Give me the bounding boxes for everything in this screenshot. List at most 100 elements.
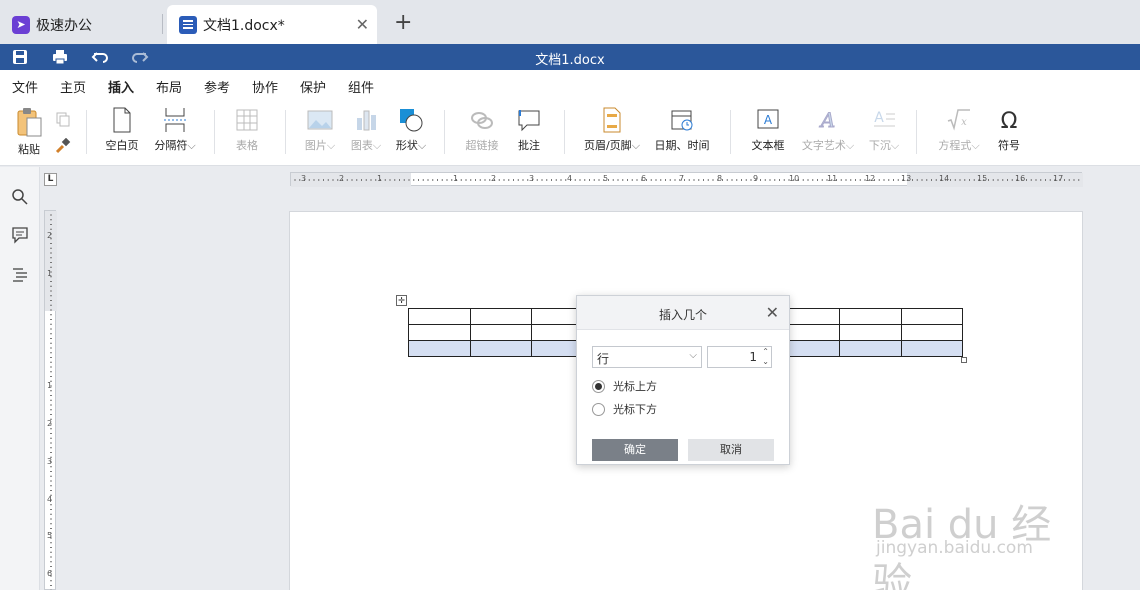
tab-document[interactable]: 文档1.docx* ✕ bbox=[167, 5, 377, 44]
dialog-header: 插入几个 ✕ bbox=[577, 296, 789, 330]
chart-button[interactable]: 图表⌵ bbox=[346, 106, 386, 153]
horizontal-ruler[interactable]: 3 2 1 1 2 3 4 5 6 7 8 9 10 11 12 13 14 1… bbox=[290, 172, 1083, 187]
ruler-number: 5 bbox=[47, 531, 53, 540]
text-box-icon: A bbox=[757, 109, 779, 129]
hyperlink-label: 超链接 bbox=[465, 139, 499, 152]
insert-type-value: 行 bbox=[597, 352, 610, 366]
search-icon[interactable] bbox=[11, 188, 29, 206]
menu-bar: 文件 主页 插入 布局 参考 协作 保护 组件 bbox=[0, 70, 1140, 102]
text-art-button[interactable]: A 文字艺术⌵ bbox=[798, 106, 858, 153]
menu-protect[interactable]: 保护 bbox=[300, 77, 326, 96]
ok-button[interactable]: 确定 bbox=[592, 439, 678, 461]
shape-button[interactable]: 形状⌵ bbox=[392, 106, 430, 153]
blank-page-label: 空白页 bbox=[105, 139, 139, 152]
menu-insert[interactable]: 插入 bbox=[108, 77, 135, 102]
svg-text:A: A bbox=[819, 108, 835, 132]
comment-icon bbox=[518, 110, 540, 132]
picture-label: 图片 bbox=[304, 139, 327, 152]
drop-cap-icon: A bbox=[874, 110, 895, 127]
symbol-label: 符号 bbox=[998, 139, 1020, 152]
radio-button[interactable] bbox=[592, 379, 605, 393]
picture-button[interactable]: 图片⌵ bbox=[300, 106, 340, 153]
equation-label: 方程式 bbox=[938, 139, 972, 152]
table-button[interactable]: 表格 bbox=[230, 106, 264, 153]
radio-button[interactable] bbox=[592, 402, 605, 416]
close-icon[interactable]: ✕ bbox=[766, 303, 779, 322]
ruler-number: 11 bbox=[827, 174, 838, 183]
omega-icon: Ω bbox=[1001, 109, 1018, 134]
window-title: 文档1.docx bbox=[535, 53, 605, 68]
comment-button[interactable]: 批注 bbox=[514, 106, 544, 153]
comments-icon[interactable] bbox=[11, 226, 29, 244]
blank-page-icon bbox=[113, 107, 131, 133]
text-art-label: 文字艺术 bbox=[801, 139, 846, 152]
ribbon-divider bbox=[730, 110, 731, 154]
option-above[interactable]: 光标上方 bbox=[592, 378, 657, 394]
date-time-label: 日期、时间 bbox=[654, 139, 710, 152]
table-move-handle[interactable]: ✛ bbox=[396, 295, 407, 306]
menu-collaborate[interactable]: 协作 bbox=[252, 77, 278, 96]
new-tab-button[interactable]: + bbox=[394, 10, 412, 35]
equation-icon: x bbox=[947, 109, 970, 131]
tab-divider bbox=[162, 14, 163, 34]
ruler-ticks bbox=[291, 173, 1083, 187]
date-time-button[interactable]: 日期、时间 bbox=[652, 106, 712, 153]
tab-stop-selector[interactable]: L bbox=[44, 173, 57, 186]
menu-plugins[interactable]: 组件 bbox=[348, 77, 374, 96]
ruler-number: 4 bbox=[567, 174, 573, 183]
ribbon-divider bbox=[285, 110, 286, 154]
format-painter-icon[interactable] bbox=[55, 138, 71, 154]
ruler-number: 3 bbox=[301, 174, 307, 183]
menu-home[interactable]: 主页 bbox=[60, 77, 86, 96]
tab-app-home[interactable]: ➤ 极速办公 bbox=[0, 5, 160, 44]
rocket-icon: ➤ bbox=[12, 15, 30, 34]
page-break-icon bbox=[164, 108, 186, 132]
blank-page-button[interactable]: 空白页 bbox=[100, 106, 144, 153]
chevron-up-icon[interactable]: ⌃ bbox=[762, 347, 769, 357]
hyperlink-button[interactable]: 超链接 bbox=[462, 106, 502, 153]
separator-button[interactable]: 分隔符⌵ bbox=[150, 106, 200, 153]
menu-layout[interactable]: 布局 bbox=[156, 77, 182, 96]
text-box-button[interactable]: A 文本框 bbox=[748, 106, 788, 153]
symbol-button[interactable]: Ω 符号 bbox=[994, 106, 1024, 153]
close-tab-icon[interactable]: ✕ bbox=[356, 15, 369, 34]
copy-icon[interactable] bbox=[55, 111, 71, 127]
ruler-number: 1 bbox=[47, 269, 53, 278]
ruler-number: 7 bbox=[679, 174, 685, 183]
watermark-url: jingyan.baidu.com bbox=[876, 538, 1033, 558]
left-sidebar bbox=[0, 167, 40, 590]
ruler-number: 4 bbox=[47, 495, 53, 504]
ribbon-divider bbox=[444, 110, 445, 154]
menu-references[interactable]: 参考 bbox=[204, 77, 230, 96]
menu-file[interactable]: 文件 bbox=[12, 77, 38, 96]
chart-label: 图表 bbox=[350, 139, 373, 152]
vertical-ruler[interactable]: 2 1 1 2 3 4 5 6 bbox=[44, 210, 57, 590]
table-label: 表格 bbox=[236, 139, 258, 152]
chart-icon bbox=[357, 110, 376, 131]
drop-cap-label: 下沉 bbox=[868, 139, 891, 152]
title-bar: 文档1.docx bbox=[0, 44, 1140, 70]
navigation-icon[interactable] bbox=[11, 265, 29, 283]
shape-icon bbox=[400, 109, 423, 132]
header-footer-button[interactable]: 页眉/页脚⌵ bbox=[582, 106, 642, 153]
ruler-number: 1 bbox=[47, 381, 53, 390]
paste-button[interactable]: 粘贴 bbox=[12, 106, 46, 157]
equation-button[interactable]: x 方程式⌵ bbox=[934, 106, 984, 153]
header-footer-label: 页眉/页脚 bbox=[583, 139, 632, 152]
tab-label: 文档1.docx* bbox=[203, 17, 285, 34]
cancel-button[interactable]: 取消 bbox=[688, 439, 774, 461]
ruler-number: 10 bbox=[789, 174, 800, 183]
spinner-buttons[interactable]: ⌃ ⌄ bbox=[762, 347, 769, 367]
option-below[interactable]: 光标下方 bbox=[592, 401, 657, 417]
insert-count-value: 1 bbox=[749, 350, 757, 364]
table-resize-handle[interactable] bbox=[961, 357, 967, 363]
ruler-number: 14 bbox=[939, 174, 950, 183]
svg-text:A: A bbox=[874, 110, 884, 126]
chevron-down-icon[interactable]: ⌄ bbox=[762, 357, 769, 367]
insert-count-input[interactable]: 1 ⌃ ⌄ bbox=[707, 346, 772, 368]
insert-type-select[interactable]: 行 ⌵ bbox=[592, 346, 702, 368]
drop-cap-button[interactable]: A 下沉⌵ bbox=[864, 106, 904, 153]
ruler-number: 1 bbox=[377, 174, 383, 183]
ruler-number: 2 bbox=[339, 174, 345, 183]
ribbon-toolbar: 粘贴 空白页 分隔符⌵ 表格 图片⌵ 图表⌵ 形状⌵ 超链接 批注 页眉/页脚⌵… bbox=[0, 100, 1140, 166]
